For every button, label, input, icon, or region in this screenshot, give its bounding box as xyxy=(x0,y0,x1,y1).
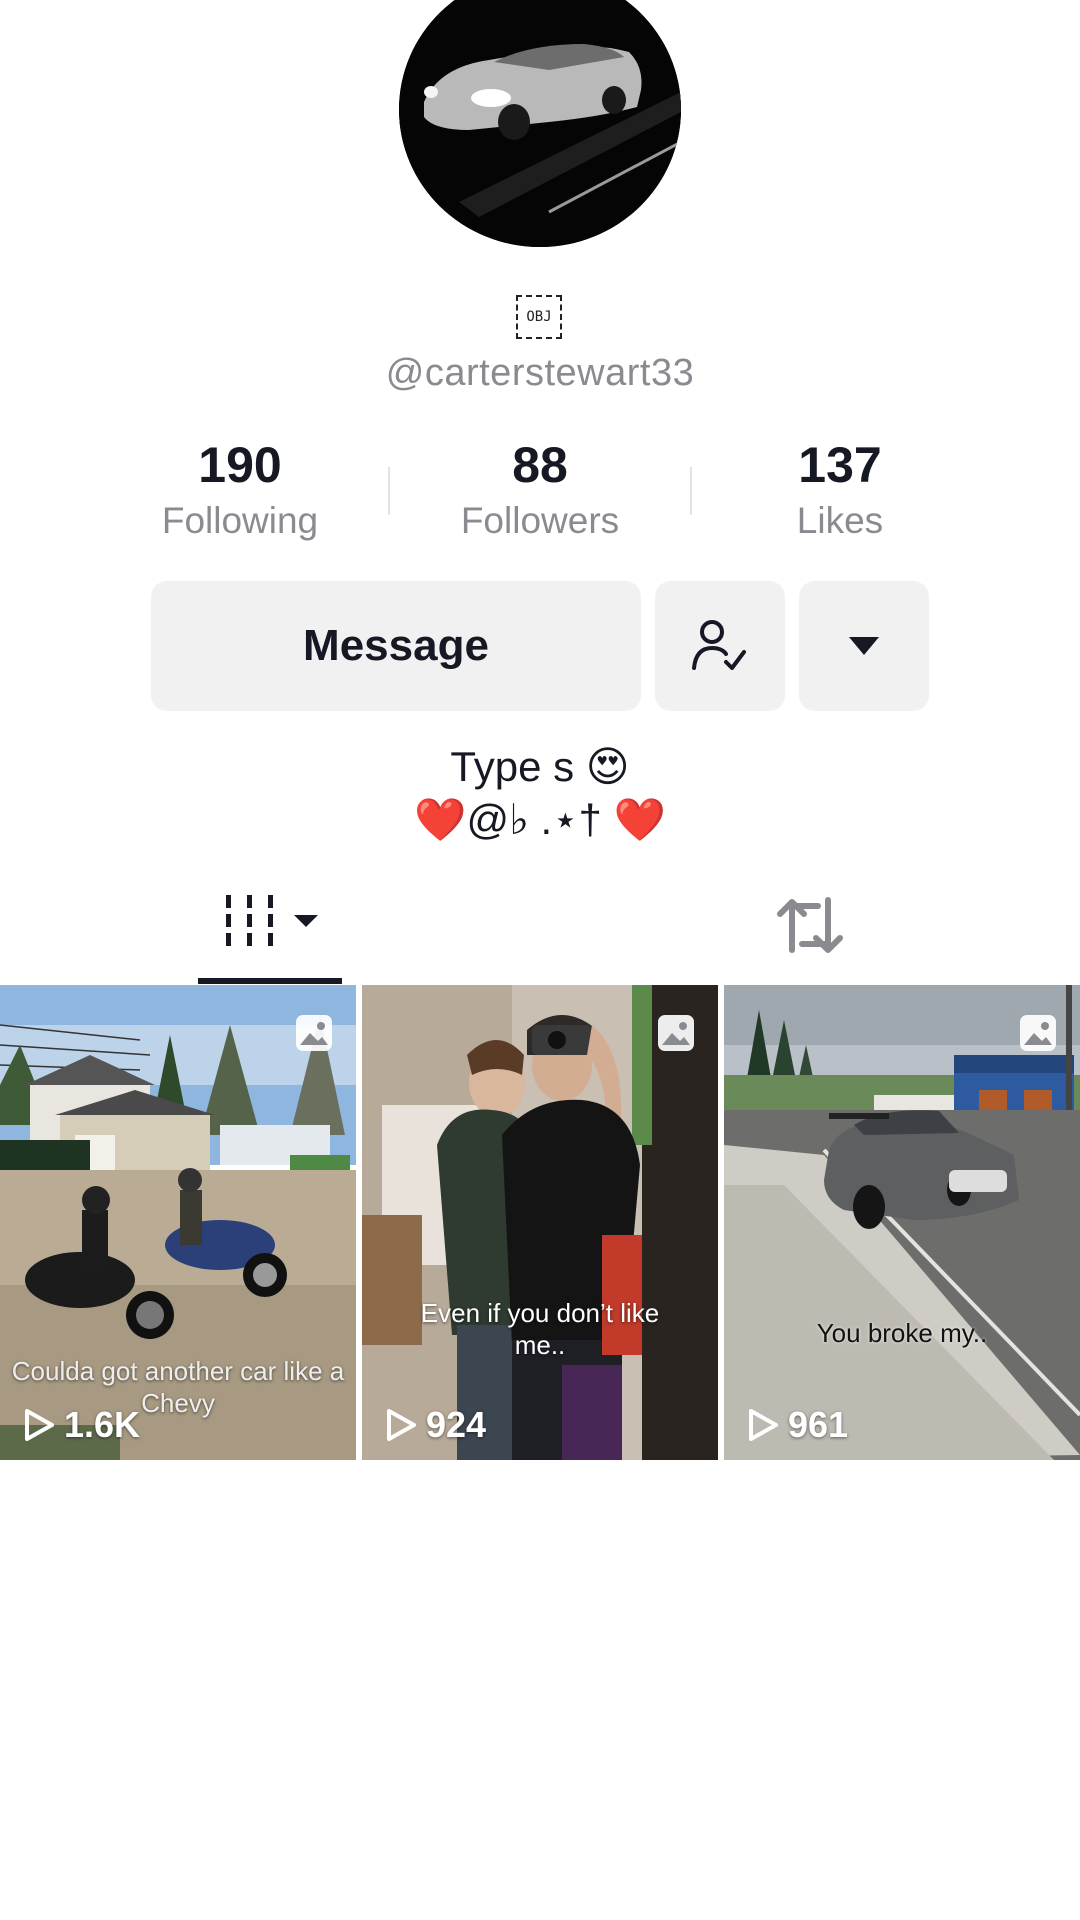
avatar-image xyxy=(399,0,681,247)
repost-icon xyxy=(777,897,843,953)
stat-followers[interactable]: 88 Followers xyxy=(420,435,660,547)
bio-text-2: @♭ .⋆† xyxy=(466,796,602,843)
stat-likes-label: Likes xyxy=(796,500,884,541)
view-count: 924 xyxy=(384,1404,486,1446)
view-count-value: 1.6K xyxy=(64,1404,141,1445)
bio-line-1: Type s 😍 xyxy=(0,742,1080,791)
video-tile[interactable]: Coulda got another car like a Chevy 1.6K xyxy=(0,985,356,1460)
video-grid: Coulda got another car like a Chevy 1.6K xyxy=(0,985,1080,1460)
avatar[interactable] xyxy=(399,0,681,247)
stat-divider xyxy=(690,467,692,515)
view-count: 1.6K xyxy=(22,1404,140,1446)
stat-followers-value: 88 xyxy=(512,437,568,493)
view-count: 961 xyxy=(746,1404,848,1446)
video-tile[interactable]: Even if you don’t like me.. 924 xyxy=(362,985,718,1460)
grid-icon xyxy=(226,895,318,946)
stat-likes-value: 137 xyxy=(798,437,882,493)
bio-text: Type s xyxy=(450,743,575,790)
view-count-value: 924 xyxy=(426,1404,487,1445)
stat-likes[interactable]: 137 Likes xyxy=(720,435,960,547)
profile-page: OBJ @carterstewart33 190 Following 88 Fo… xyxy=(0,0,1080,1920)
following-button[interactable] xyxy=(655,581,785,711)
username: @carterstewart33 xyxy=(385,352,695,394)
video-tile[interactable]: You broke my.. 961 xyxy=(724,985,1080,1460)
heart-eyes-emoji: 😍 xyxy=(585,743,630,790)
heart-emoji: ❤️ xyxy=(613,796,666,843)
video-caption: Even if you don’t like me.. xyxy=(420,1298,660,1360)
video-thumbnail xyxy=(724,985,1080,1460)
stat-following[interactable]: 190 Following xyxy=(120,435,360,547)
view-count-value: 961 xyxy=(788,1404,849,1445)
stat-following-value: 190 xyxy=(198,437,282,493)
photo-icon xyxy=(294,1013,334,1053)
more-button[interactable] xyxy=(799,581,929,711)
tab-videos[interactable] xyxy=(198,885,342,985)
video-caption: You broke my.. xyxy=(816,1318,988,1348)
stat-following-label: Following xyxy=(161,500,319,541)
stat-divider xyxy=(388,467,390,515)
photo-icon xyxy=(1018,1013,1058,1053)
obj-placeholder-icon: OBJ xyxy=(516,295,562,339)
photo-icon xyxy=(656,1013,696,1053)
play-icon xyxy=(749,1409,778,1441)
heart-emoji: ❤️ xyxy=(414,796,467,843)
bio-line-2: ❤️@♭ .⋆† ❤️ xyxy=(0,795,1080,845)
message-button[interactable]: Message xyxy=(151,581,641,711)
stat-followers-label: Followers xyxy=(460,500,620,541)
caret-down-icon xyxy=(849,637,879,655)
video-thumbnail xyxy=(362,985,718,1460)
user-check-icon xyxy=(692,620,746,670)
tab-active-indicator xyxy=(198,978,342,984)
play-icon xyxy=(25,1409,54,1441)
tab-reposts[interactable] xyxy=(772,890,848,960)
play-icon xyxy=(387,1409,416,1441)
